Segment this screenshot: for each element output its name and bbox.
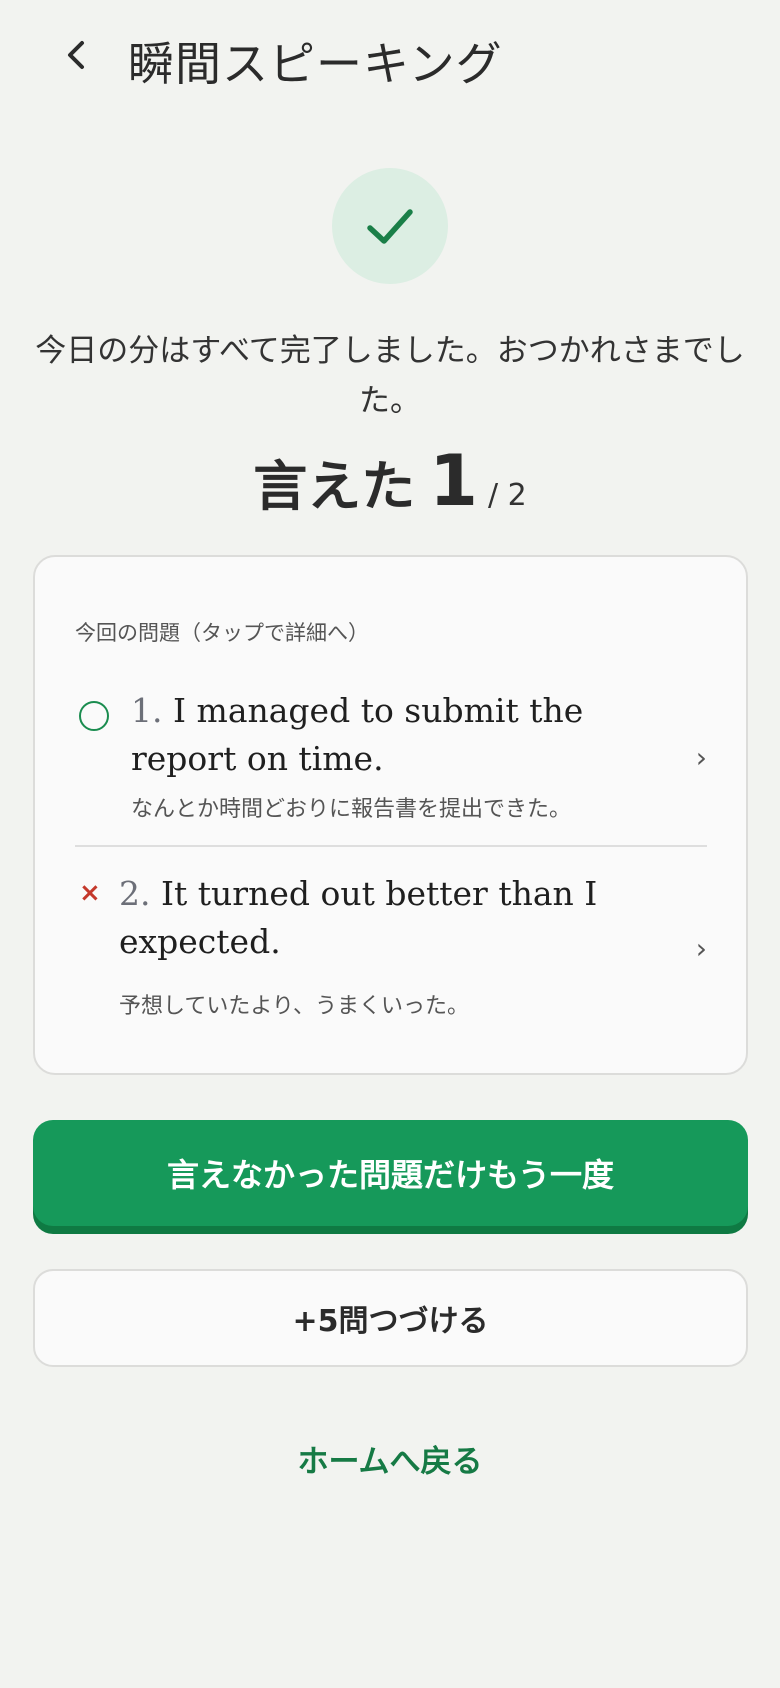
result-screen: 瞬間スピーキング 今日の分はすべて完了しました。おつかれさまでした。 言えた 1 /… bbox=[0, 0, 780, 1688]
completion-badge bbox=[332, 168, 448, 284]
question-japanese: 予想していたより、うまくいった。 bbox=[119, 994, 470, 1019]
correct-circle-icon bbox=[79, 701, 109, 731]
score-correct: 1 bbox=[429, 440, 478, 522]
completion-message: 今日の分はすべて完了しました。おつかれさまでした。 bbox=[35, 333, 745, 419]
question-item-2[interactable]: × 2. It turned out better than I expecte… bbox=[75, 870, 707, 1020]
chevron-right-icon: › bbox=[695, 932, 707, 965]
back-to-home-link[interactable]: ホームへ戻る bbox=[0, 1436, 780, 1481]
question-number: 2. bbox=[119, 874, 151, 913]
score-label: 言えた bbox=[253, 455, 416, 518]
question-number: 1. bbox=[131, 691, 163, 730]
page-title: 瞬間スピーキング bbox=[128, 37, 503, 91]
chevron-left-icon bbox=[68, 41, 84, 69]
chevron-right-icon: › bbox=[695, 741, 707, 774]
score-total: / 2 bbox=[487, 478, 527, 513]
divider bbox=[75, 845, 707, 847]
continue-five-button[interactable]: +5問つづける bbox=[33, 1269, 748, 1367]
question-english-text: It turned out better than I expected. bbox=[119, 874, 598, 961]
question-item-1[interactable]: 1. I managed to submit the report on tim… bbox=[75, 687, 707, 822]
question-english-text: I managed to submit the report on time. bbox=[131, 691, 584, 778]
incorrect-cross-icon: × bbox=[79, 878, 101, 908]
check-icon bbox=[367, 209, 413, 244]
back-button[interactable] bbox=[52, 30, 102, 80]
question-list-caption: 今回の問題（タップで詳細へ） bbox=[75, 621, 369, 645]
retry-missed-button[interactable]: 言えなかった問題だけもう一度 bbox=[33, 1120, 748, 1226]
question-english: 2. It turned out better than I expected. bbox=[119, 870, 639, 966]
question-list-card: 今回の問題（タップで詳細へ） 1. I managed to submit th… bbox=[33, 555, 748, 1075]
question-english: 1. I managed to submit the report on tim… bbox=[131, 687, 671, 783]
question-japanese: なんとか時間どおりに報告書を提出できた。 bbox=[131, 797, 572, 822]
app-header: 瞬間スピーキング bbox=[0, 0, 780, 116]
score-summary: 言えた 1 / 2 bbox=[0, 440, 780, 522]
